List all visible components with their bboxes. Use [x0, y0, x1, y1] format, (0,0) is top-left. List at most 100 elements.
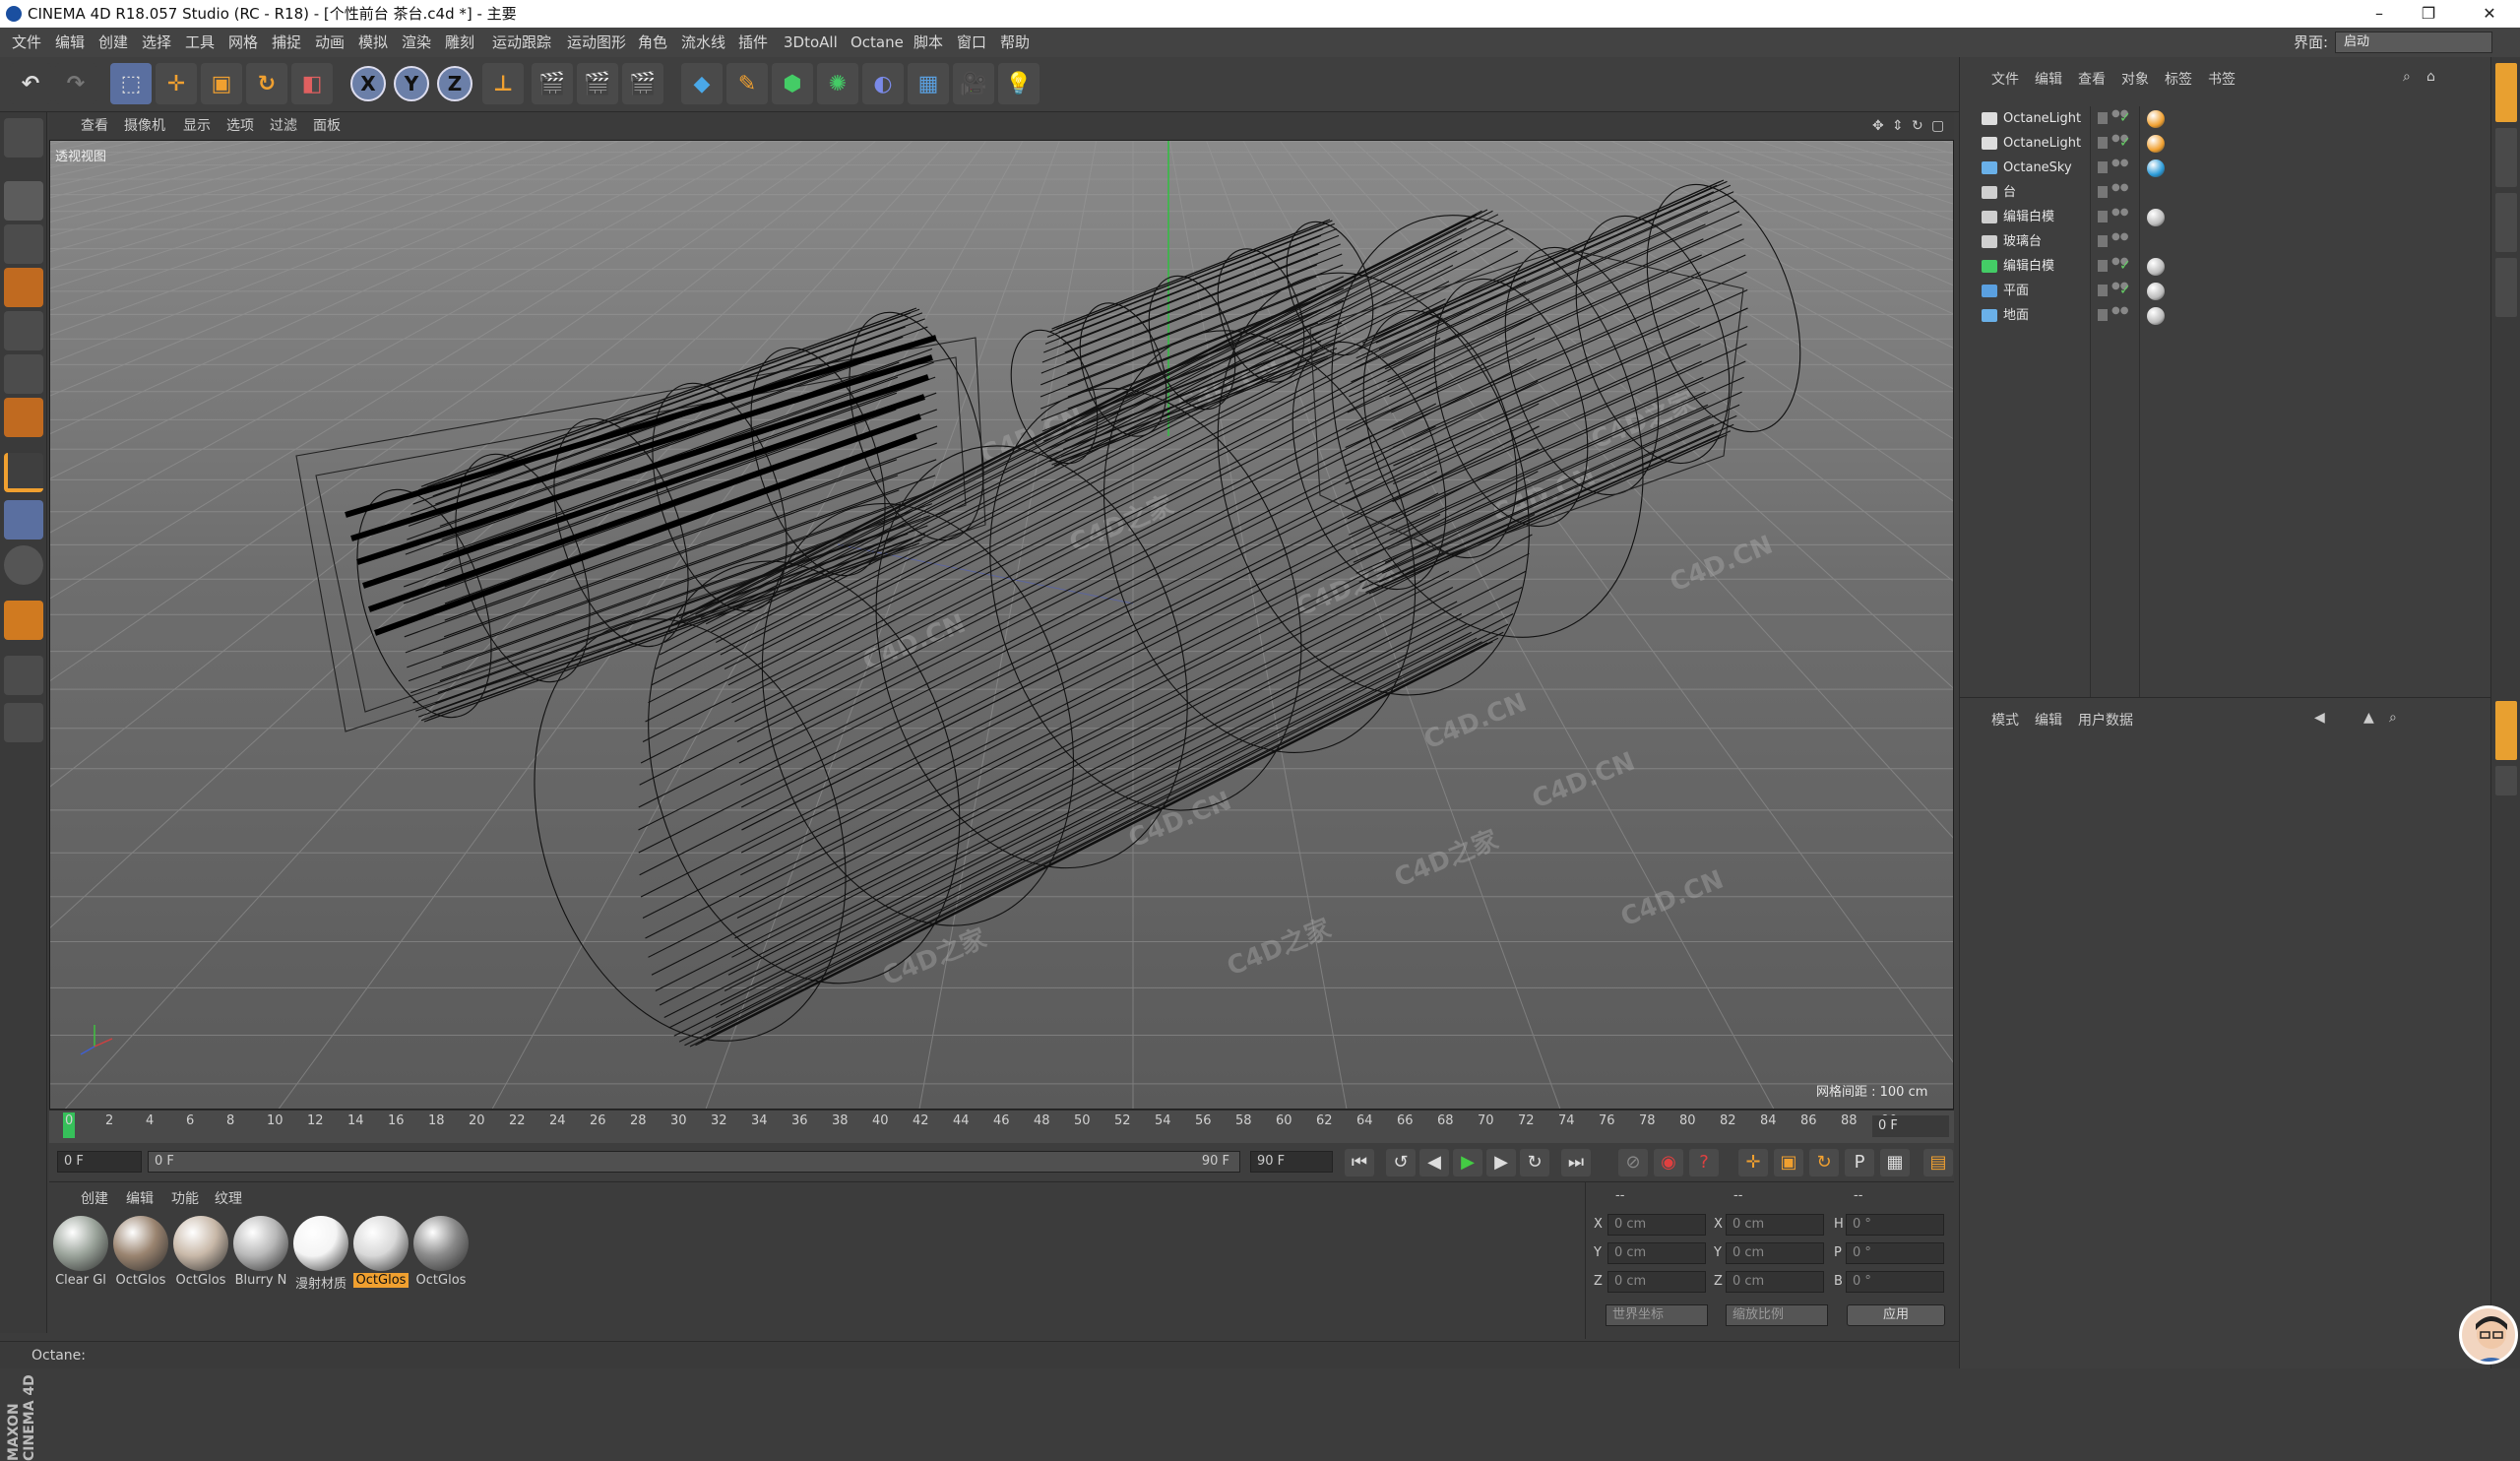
visibility-dots-icon[interactable]: ●● [2111, 282, 2128, 298]
material-tag-icon[interactable] [2147, 258, 2165, 276]
menu-file[interactable]: 文件 [12, 28, 41, 57]
menu-help[interactable]: 帮助 [1000, 28, 1030, 57]
redo-icon[interactable]: ↷ [55, 63, 96, 104]
next-frame-icon[interactable]: ▶ [1486, 1149, 1516, 1176]
tweak-mode-icon[interactable] [4, 500, 43, 540]
make-editable-icon[interactable] [4, 118, 43, 158]
apply-button[interactable]: 应用 [1847, 1304, 1945, 1326]
tab-objects[interactable] [2495, 63, 2517, 122]
recent-tool-icon[interactable]: ◧ [291, 63, 333, 104]
object-row[interactable]: 平面 ●● ✓ [1960, 279, 2491, 303]
render-settings-icon[interactable]: 🎬 [622, 63, 663, 104]
menu-window[interactable]: 窗口 [957, 28, 986, 57]
coord-value-field[interactable]: 0 cm [1607, 1242, 1706, 1264]
menu-tools[interactable]: 工具 [185, 28, 215, 57]
layout-select[interactable]: 启动 [2335, 32, 2492, 53]
menu-create[interactable]: 创建 [98, 28, 128, 57]
coord-value-field[interactable]: 0 ° [1846, 1242, 1944, 1264]
material-swatch[interactable]: OctGlos [173, 1216, 228, 1288]
material-tag-icon[interactable] [2147, 209, 2165, 226]
menu-render[interactable]: 渲染 [402, 28, 431, 57]
viewport-rotate-icon[interactable]: ↻ [1912, 112, 1923, 140]
material-swatch[interactable]: 漫射材质 [293, 1216, 348, 1292]
layer-color-icon[interactable] [2098, 161, 2108, 173]
edges-mode-icon[interactable] [4, 354, 43, 394]
obj-menu-tags[interactable]: 标签 [2165, 69, 2192, 89]
layer-color-icon[interactable] [2098, 112, 2108, 124]
live-selection-icon[interactable]: ⬚ [110, 63, 152, 104]
cube-icon[interactable]: ◆ [681, 63, 723, 104]
object-row[interactable]: 地面 ●● [1960, 303, 2491, 328]
menu-motion-tracking[interactable]: 运动跟踪 [492, 28, 551, 57]
object-row[interactable]: 编辑白模 ●● ✓ [1960, 254, 2491, 279]
object-name[interactable]: OctaneSky [2003, 156, 2072, 180]
object-row[interactable]: OctaneLight ●● ✓ [1960, 131, 2491, 156]
layer-color-icon[interactable] [2098, 186, 2108, 198]
coord-value-field[interactable]: 0 ° [1846, 1214, 1944, 1236]
menu-simulate[interactable]: 模拟 [358, 28, 388, 57]
axis-y-button[interactable]: Y [394, 66, 429, 101]
key-parameter-icon[interactable]: P [1845, 1149, 1874, 1176]
goto-end-icon[interactable]: ⏭ [1561, 1149, 1591, 1176]
coord-value-field[interactable]: 0 cm [1607, 1214, 1706, 1236]
visibility-dots-icon[interactable]: ●● [2111, 232, 2128, 249]
attr-up-icon[interactable]: ▲ [2363, 710, 2374, 726]
axis-mode-icon[interactable] [4, 453, 43, 492]
pen-icon[interactable]: ✎ [726, 63, 768, 104]
object-name[interactable]: 玻璃台 [2003, 229, 2042, 254]
key-position-icon[interactable]: ✛ [1738, 1149, 1768, 1176]
autokey-icon[interactable]: ◉ [1654, 1149, 1683, 1176]
workplane-mode-icon[interactable] [4, 268, 43, 307]
object-row[interactable]: OctaneSky ●● [1960, 156, 2491, 180]
visibility-dots-icon[interactable]: ●● [2111, 257, 2128, 274]
layer-color-icon[interactable] [2098, 211, 2108, 222]
menu-sculpt[interactable]: 雕刻 [445, 28, 474, 57]
menu-pipeline[interactable]: 流水线 [681, 28, 725, 57]
coord-scale-select[interactable]: 缩放比例 [1726, 1304, 1828, 1326]
tab-takes[interactable] [2495, 128, 2517, 187]
menu-edit[interactable]: 编辑 [55, 28, 85, 57]
layer-color-icon[interactable] [2098, 137, 2108, 149]
material-swatch[interactable]: OctGlos [413, 1216, 469, 1288]
menu-3dtoall[interactable]: 3DtoAll [784, 28, 838, 57]
render-picture-viewer-icon[interactable]: 🎬 [577, 63, 618, 104]
obj-menu-objects[interactable]: 对象 [2121, 69, 2149, 89]
close-button[interactable]: ✕ [2467, 0, 2512, 28]
mat-menu-create[interactable]: 创建 [81, 1188, 108, 1208]
minimize-button[interactable]: – [2357, 0, 2402, 28]
timeline-window-icon[interactable]: ▤ [1923, 1149, 1953, 1176]
solo-icon[interactable] [4, 545, 43, 585]
obj-menu-view[interactable]: 查看 [2078, 69, 2106, 89]
tab-content-browser[interactable] [2495, 193, 2517, 252]
obj-menu-file[interactable]: 文件 [1991, 69, 2019, 89]
prev-key-icon[interactable]: ↺ [1386, 1149, 1416, 1176]
material-tag-icon[interactable] [2147, 307, 2165, 325]
menu-select[interactable]: 选择 [142, 28, 171, 57]
object-name[interactable]: 地面 [2003, 303, 2029, 328]
points-mode-icon[interactable] [4, 311, 43, 350]
visibility-dots-icon[interactable]: ●● [2111, 208, 2128, 224]
attr-menu-mode[interactable]: 模式 [1991, 710, 2019, 730]
menu-mograph[interactable]: 运动图形 [567, 28, 626, 57]
menu-animate[interactable]: 动画 [315, 28, 345, 57]
object-name[interactable]: OctaneLight [2003, 131, 2081, 156]
viewport-menu-panel[interactable]: 面板 [313, 112, 341, 140]
material-tag-icon[interactable] [2147, 159, 2165, 177]
end-frame-field[interactable]: 90 F [1250, 1151, 1333, 1173]
layer-color-icon[interactable] [2098, 285, 2108, 296]
material-tag-icon[interactable] [2147, 283, 2165, 300]
snap-icon[interactable] [4, 601, 43, 640]
visibility-dots-icon[interactable]: ●● [2111, 159, 2128, 175]
material-tag-icon[interactable] [2147, 110, 2165, 128]
key-pla-icon[interactable]: ▦ [1880, 1149, 1910, 1176]
object-name[interactable]: 台 [2003, 180, 2016, 205]
object-name[interactable]: 编辑白模 [2003, 254, 2054, 279]
viewport-menu-display[interactable]: 显示 [183, 112, 211, 140]
start-frame-field[interactable]: 0 F [57, 1151, 142, 1173]
viewport-menu-filter[interactable]: 过滤 [270, 112, 297, 140]
next-key-icon[interactable]: ↻ [1520, 1149, 1549, 1176]
subdivision-icon[interactable]: ⬢ [772, 63, 813, 104]
mat-menu-edit[interactable]: 编辑 [126, 1188, 154, 1208]
enabled-check-icon[interactable]: ✓ [2119, 106, 2131, 131]
object-row[interactable]: 编辑白模 ●● [1960, 205, 2491, 229]
